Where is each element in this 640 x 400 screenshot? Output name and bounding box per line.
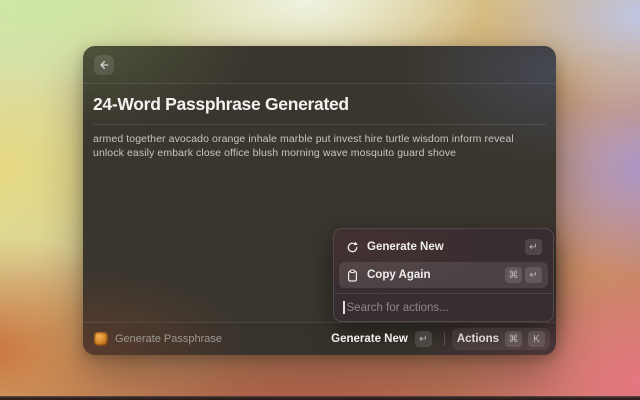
- actions-panel: Generate New ↵ Copy Again ⌘ ↵ Search for…: [333, 228, 554, 322]
- launcher-window: 24-Word Passphrase Generated armed toget…: [83, 46, 556, 355]
- search-placeholder: Search for actions...: [346, 301, 449, 314]
- actions-list: Generate New ↵ Copy Again ⌘ ↵: [334, 229, 553, 293]
- return-key-chip: ↵: [414, 331, 432, 347]
- command-key-chip: ⌘: [505, 267, 522, 283]
- return-key-chip: ↵: [525, 239, 542, 255]
- text-cursor: [343, 301, 345, 314]
- shortcut-chips: ⌘ ↵: [505, 267, 542, 283]
- action-label: Generate New: [367, 241, 444, 253]
- background-window-edge: [0, 396, 640, 400]
- primary-action-button[interactable]: Generate New ↵: [326, 328, 437, 350]
- footer-app-name: Generate Passphrase: [115, 333, 223, 345]
- action-label: Copy Again: [367, 269, 431, 281]
- shortcut-chips: ↵: [525, 239, 542, 255]
- k-key-chip: K: [528, 331, 545, 347]
- back-button[interactable]: [94, 54, 114, 75]
- footer-divider: [443, 332, 445, 346]
- refresh-icon: [345, 240, 359, 254]
- return-key-chip: ↵: [525, 267, 542, 283]
- clipboard-icon: [345, 268, 359, 282]
- actions-menu-label: Actions: [456, 333, 499, 345]
- window-header: [83, 46, 556, 84]
- actions-search-input[interactable]: Search for actions...: [334, 293, 553, 321]
- primary-action-label: Generate New: [331, 333, 408, 345]
- action-item-generate-new[interactable]: Generate New ↵: [339, 234, 548, 260]
- desktop-background: 24-Word Passphrase Generated armed toget…: [0, 0, 640, 400]
- detail-content: 24-Word Passphrase Generated armed toget…: [83, 84, 556, 160]
- title-divider: [93, 124, 546, 125]
- app-icon: [94, 332, 108, 346]
- action-item-copy-again[interactable]: Copy Again ⌘ ↵: [339, 262, 548, 288]
- actions-menu-button[interactable]: Actions ⌘ K: [451, 328, 550, 350]
- back-arrow-icon: [100, 60, 109, 69]
- passphrase-text: armed together avocado orange inhale mar…: [93, 133, 514, 159]
- command-key-chip: ⌘: [505, 331, 522, 347]
- page-title: 24-Word Passphrase Generated: [93, 94, 349, 114]
- footer-bar: Generate Passphrase Generate New ↵ Actio…: [83, 322, 556, 355]
